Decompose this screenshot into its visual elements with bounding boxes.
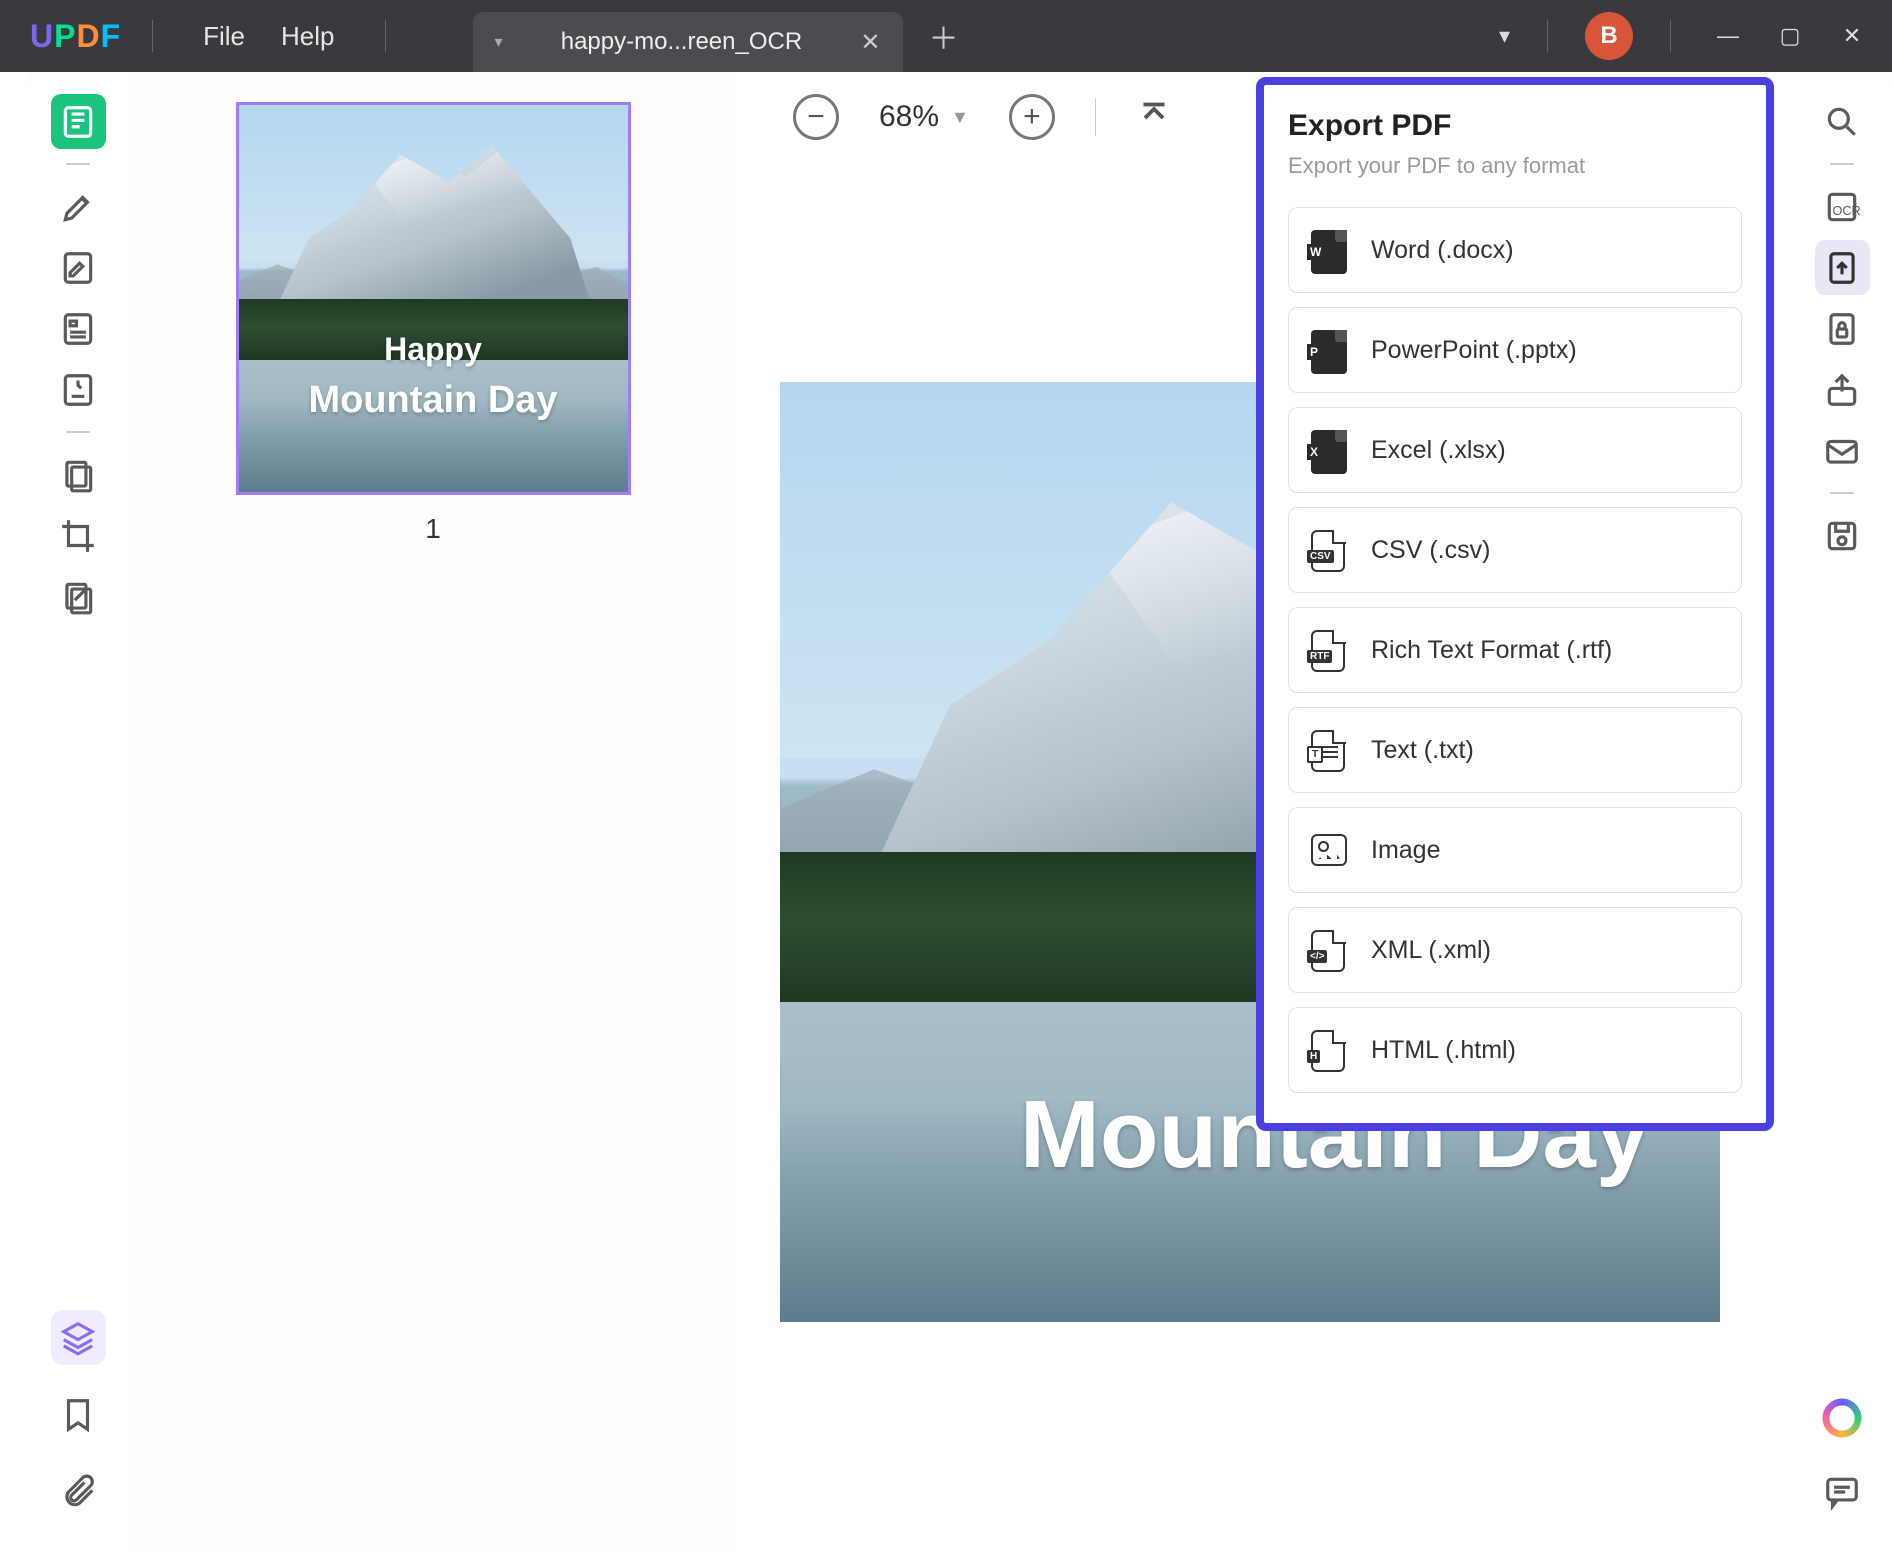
export-option-label: Word (.docx): [1371, 236, 1514, 265]
export-option-label: Rich Text Format (.rtf): [1371, 636, 1612, 665]
window-maximize-button[interactable]: ▢: [1770, 23, 1810, 49]
tool-attachment[interactable]: [51, 1464, 106, 1519]
menu-file[interactable]: File: [185, 21, 263, 52]
left-toolbar: [28, 72, 128, 1551]
export-pdf-panel: Export PDF Export your PDF to any format…: [1256, 77, 1774, 1131]
export-icon[interactable]: [1815, 240, 1870, 295]
zoom-value-text: 68%: [879, 100, 939, 134]
scroll-to-top-icon[interactable]: [1136, 97, 1172, 138]
separator: [385, 20, 386, 52]
tool-redact[interactable]: [51, 569, 106, 624]
export-panel-subtitle: Export your PDF to any format: [1288, 153, 1742, 179]
export-option-word[interactable]: W Word (.docx): [1288, 207, 1742, 293]
export-panel-title: Export PDF: [1288, 109, 1742, 143]
export-option-image[interactable]: Image: [1288, 807, 1742, 893]
separator: [66, 431, 90, 433]
separator: [152, 20, 153, 52]
share-icon[interactable]: [1815, 362, 1870, 417]
zoom-value[interactable]: 68% ▼: [879, 100, 969, 134]
export-option-label: Text (.txt): [1371, 736, 1474, 765]
export-option-text[interactable]: T Text (.txt): [1288, 707, 1742, 793]
zoom-in-button[interactable]: +: [1009, 94, 1055, 140]
ocr-icon[interactable]: OCR: [1815, 179, 1870, 234]
tool-reader[interactable]: [51, 94, 106, 149]
window-minimize-button[interactable]: —: [1708, 23, 1748, 49]
user-avatar[interactable]: B: [1585, 12, 1633, 60]
export-option-rtf[interactable]: RTF Rich Text Format (.rtf): [1288, 607, 1742, 693]
export-option-label: CSV (.csv): [1371, 536, 1490, 565]
separator: [66, 163, 90, 165]
separator: [1830, 163, 1854, 165]
tool-layers[interactable]: [51, 1310, 106, 1365]
page-thumbnail[interactable]: Happy Mountain Day: [236, 102, 631, 495]
zoom-out-button[interactable]: −: [793, 94, 839, 140]
thumbnail-page-number: 1: [425, 513, 441, 545]
separator: [1670, 20, 1671, 52]
tab-menu-icon[interactable]: ▾: [495, 32, 503, 52]
app-logo: UPDF: [30, 18, 120, 55]
tab-title: happy-mo...reen_OCR: [523, 28, 841, 56]
ai-assistant-icon[interactable]: [1820, 1396, 1864, 1440]
export-option-excel[interactable]: X Excel (.xlsx): [1288, 407, 1742, 493]
svg-text:OCR: OCR: [1833, 203, 1861, 217]
tool-bookmark[interactable]: [51, 1387, 106, 1442]
separator: [1830, 492, 1854, 494]
tab-close-icon[interactable]: ✕: [860, 28, 880, 57]
document-area: − 68% ▼ + YIVN Happy Mountain Day: [738, 72, 1892, 1551]
document-tab[interactable]: ▾ happy-mo...reen_OCR ✕: [473, 12, 903, 72]
export-option-label: Excel (.xlsx): [1371, 436, 1506, 465]
thumb-text-line1: Happy: [239, 331, 628, 368]
tool-highlight[interactable]: [51, 179, 106, 234]
new-tab-button[interactable]: ＋: [903, 14, 985, 58]
title-bar: UPDF File Help ▾ happy-mo...reen_OCR ✕ ＋…: [0, 0, 1892, 72]
tool-edit-text[interactable]: [51, 240, 106, 295]
chevron-down-icon[interactable]: ▾: [1499, 23, 1510, 49]
protect-icon[interactable]: [1815, 301, 1870, 356]
right-toolbar: OCR: [1792, 72, 1892, 1551]
tool-fill-sign[interactable]: [51, 362, 106, 417]
export-option-label: XML (.xml): [1371, 936, 1491, 965]
window-close-button[interactable]: ✕: [1832, 23, 1872, 49]
export-option-xml[interactable]: </> XML (.xml): [1288, 907, 1742, 993]
export-option-csv[interactable]: CSV CSV (.csv): [1288, 507, 1742, 593]
export-option-html[interactable]: H HTML (.html): [1288, 1007, 1742, 1093]
comment-icon[interactable]: [1815, 1464, 1870, 1519]
separator: [1095, 98, 1096, 136]
export-option-powerpoint[interactable]: P PowerPoint (.pptx): [1288, 307, 1742, 393]
email-icon[interactable]: [1815, 423, 1870, 478]
tool-form[interactable]: [51, 301, 106, 356]
thumbnail-panel: Happy Mountain Day 1: [128, 72, 738, 1551]
tool-organize[interactable]: [51, 447, 106, 502]
menu-help[interactable]: Help: [263, 21, 352, 52]
save-icon[interactable]: [1815, 508, 1870, 563]
export-option-label: PowerPoint (.pptx): [1371, 336, 1577, 365]
thumb-text-line2: Mountain Day: [239, 379, 628, 422]
tool-crop[interactable]: [51, 508, 106, 563]
separator: [1547, 20, 1548, 52]
chevron-down-icon[interactable]: ▼: [951, 107, 969, 128]
export-option-label: HTML (.html): [1371, 1036, 1516, 1065]
export-option-label: Image: [1371, 836, 1440, 865]
search-icon[interactable]: [1815, 94, 1870, 149]
